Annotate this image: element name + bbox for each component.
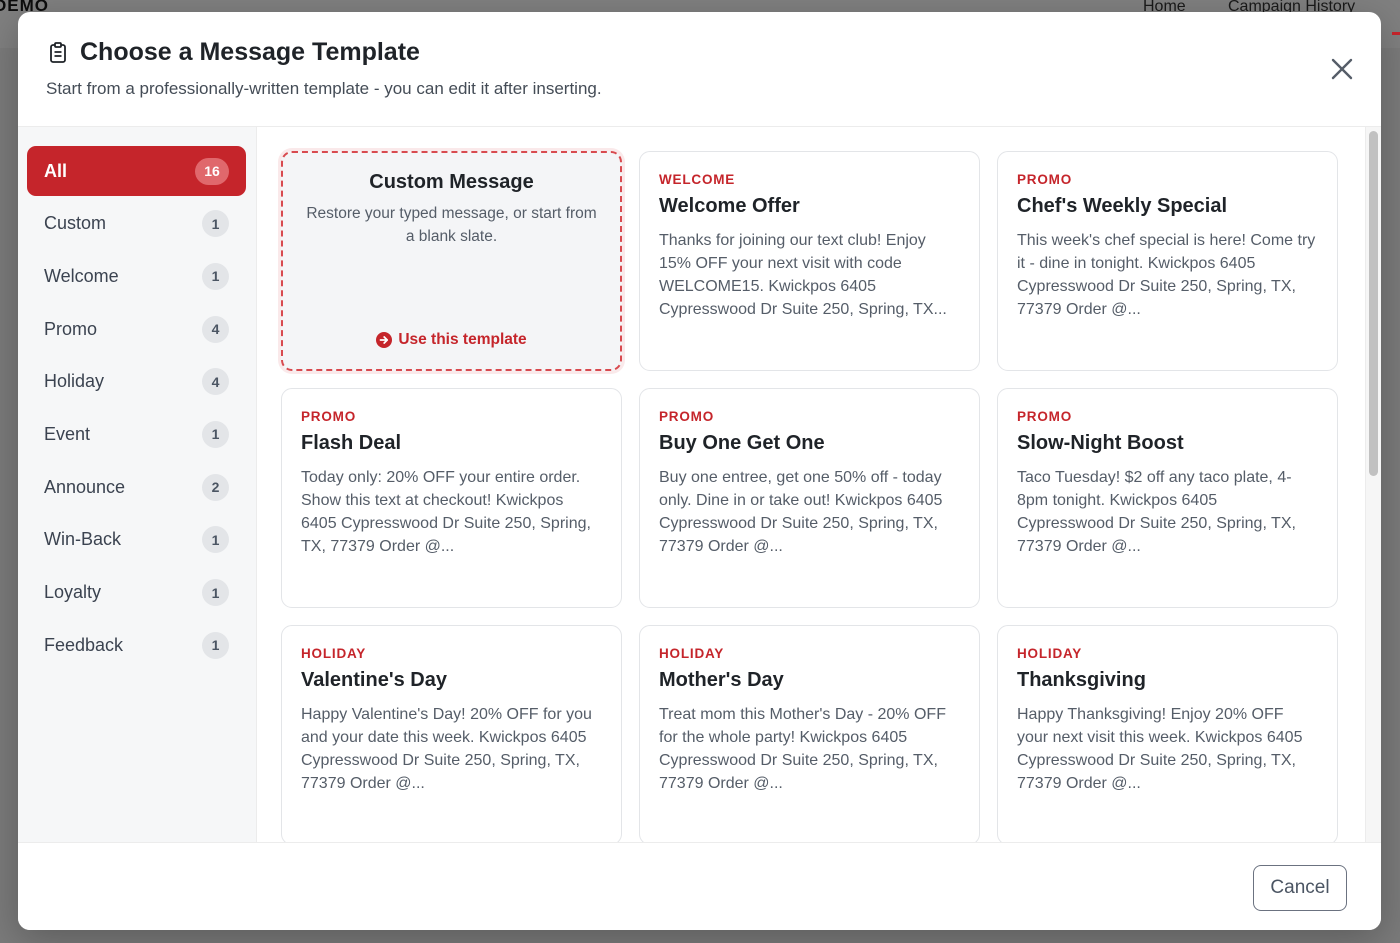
category-count-badge: 16 <box>195 157 229 185</box>
clipboard-list-icon <box>48 41 68 65</box>
template-category: HOLIDAY <box>301 646 367 661</box>
template-category: PROMO <box>1017 409 1073 424</box>
category-item-win-back[interactable]: Win-Back 1 <box>27 515 246 565</box>
template-body: Thanks for joining our text club! Enjoy … <box>659 232 947 318</box>
template-grid: Custom Message Restore your typed messag… <box>281 151 1338 842</box>
template-body: Today only: 20% OFF your entire order. S… <box>301 469 591 555</box>
category-label: Feedback <box>44 634 124 655</box>
template-card[interactable]: PROMO Buy One Get One Buy one entree, ge… <box>639 388 980 608</box>
template-category: PROMO <box>659 409 715 424</box>
category-label: Event <box>44 423 91 444</box>
category-label: All <box>44 160 68 181</box>
template-description: Restore your typed message, or start fro… <box>306 205 597 245</box>
template-picker-modal: Choose a Message Template Start from a p… <box>18 12 1381 930</box>
category-item-announce[interactable]: Announce 2 <box>27 462 246 512</box>
template-title: Custom Message <box>369 171 534 193</box>
scrollbar-thumb[interactable] <box>1369 131 1378 476</box>
category-count-badge: 1 <box>202 526 229 554</box>
category-item-event[interactable]: Event 1 <box>27 409 246 459</box>
close-icon <box>1331 58 1353 80</box>
template-category: HOLIDAY <box>659 646 725 661</box>
template-body: Happy Valentine's Day! 20% OFF for you a… <box>301 706 592 792</box>
template-category: HOLIDAY <box>1017 646 1083 661</box>
modal-title: Choose a Message Template <box>80 38 420 66</box>
template-card[interactable]: HOLIDAY Thanksgiving Happy Thanksgiving!… <box>997 625 1338 842</box>
template-title: Slow-Night Boost <box>1017 432 1184 454</box>
template-title: Flash Deal <box>301 432 402 454</box>
template-title: Valentine's Day <box>301 669 447 691</box>
modal-footer: Cancel <box>18 842 1381 930</box>
template-grid-area: Custom Message Restore your typed messag… <box>257 127 1381 842</box>
category-count-badge: 1 <box>202 210 229 238</box>
template-body: Buy one entree, get one 50% off - today … <box>659 469 943 555</box>
template-category: WELCOME <box>659 172 736 187</box>
template-category: PROMO <box>301 409 357 424</box>
category-sidebar: All 16 Custom 1 Welcome 1 Promo 4 Holida… <box>18 127 257 842</box>
category-count-badge: 1 <box>202 262 229 290</box>
modal-header: Choose a Message Template Start from a p… <box>18 12 1381 127</box>
category-count-badge: 1 <box>202 631 229 659</box>
template-title: Chef's Weekly Special <box>1017 195 1228 217</box>
category-item-promo[interactable]: Promo 4 <box>27 304 246 354</box>
category-label: Loyalty <box>44 582 102 602</box>
use-template-link[interactable]: Use this template <box>283 331 620 349</box>
category-count-badge: 2 <box>202 473 229 501</box>
template-card[interactable]: WELCOME Welcome Offer Thanks for joining… <box>639 151 980 371</box>
category-label: Welcome <box>44 265 119 286</box>
template-card[interactable]: HOLIDAY Mother's Day Treat mom this Moth… <box>639 625 980 842</box>
modal-subtitle: Start from a professionally-written temp… <box>46 79 602 98</box>
template-title: Thanksgiving <box>1017 669 1146 691</box>
close-button[interactable] <box>1327 54 1357 84</box>
category-item-all[interactable]: All 16 <box>27 146 246 196</box>
category-label: Win-Back <box>44 529 122 550</box>
arrow-circle-right-icon <box>376 332 393 348</box>
template-card-custom[interactable]: Custom Message Restore your typed messag… <box>281 151 622 371</box>
template-body: This week's chef special is here! Come t… <box>1017 232 1316 318</box>
template-card[interactable]: PROMO Flash Deal Today only: 20% OFF you… <box>281 388 622 608</box>
background-accent-bar <box>1392 32 1400 35</box>
category-count-badge: 1 <box>202 579 229 606</box>
category-count-badge: 1 <box>202 420 229 448</box>
category-label: Custom <box>44 213 107 234</box>
cancel-button[interactable]: Cancel <box>1253 865 1347 911</box>
template-category: PROMO <box>1017 172 1073 187</box>
use-template-label: Use this template <box>398 331 527 348</box>
template-body: Happy Thanksgiving! Enjoy 20% OFF your n… <box>1017 706 1303 792</box>
category-item-feedback[interactable]: Feedback 1 <box>27 620 246 670</box>
template-card[interactable]: PROMO Chef's Weekly Special This week's … <box>997 151 1338 371</box>
category-item-holiday[interactable]: Holiday 4 <box>27 357 246 407</box>
template-body: Taco Tuesday! $2 off any taco plate, 4-8… <box>1017 469 1296 555</box>
category-label: Promo <box>44 318 98 339</box>
category-count-badge: 4 <box>202 368 229 396</box>
template-card[interactable]: PROMO Slow-Night Boost Taco Tuesday! $2 … <box>997 388 1338 608</box>
category-item-loyalty[interactable]: Loyalty 1 <box>27 568 246 618</box>
template-body: Treat mom this Mother's Day - 20% OFF fo… <box>659 706 946 792</box>
modal-title-row: Choose a Message Template <box>48 38 420 67</box>
category-item-welcome[interactable]: Welcome 1 <box>27 251 246 301</box>
template-card[interactable]: HOLIDAY Valentine's Day Happy Valentine'… <box>281 625 622 842</box>
template-title: Buy One Get One <box>659 432 825 454</box>
template-title: Mother's Day <box>659 669 784 691</box>
category-item-custom[interactable]: Custom 1 <box>27 199 246 249</box>
scrollbar[interactable] <box>1365 127 1381 842</box>
template-title: Welcome Offer <box>659 195 800 217</box>
category-count-badge: 4 <box>202 315 229 343</box>
category-label: Holiday <box>44 371 105 392</box>
category-label: Announce <box>44 476 126 497</box>
